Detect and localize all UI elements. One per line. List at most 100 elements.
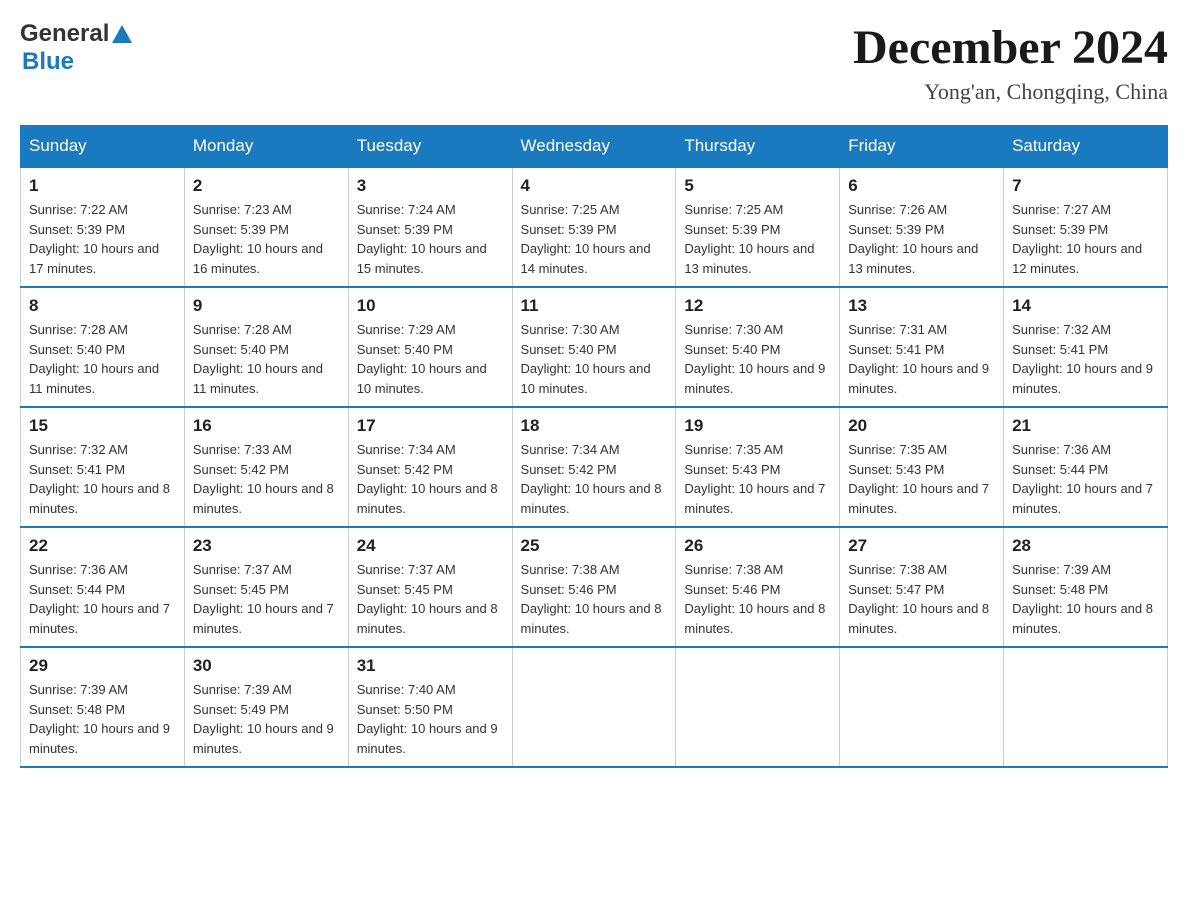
- day-number: 27: [848, 536, 995, 556]
- day-info: Sunrise: 7:36 AMSunset: 5:44 PMDaylight:…: [1012, 440, 1159, 518]
- calendar-cell: 3 Sunrise: 7:24 AMSunset: 5:39 PMDaylight…: [348, 167, 512, 287]
- day-number: 4: [521, 176, 668, 196]
- day-number: 10: [357, 296, 504, 316]
- calendar-header-thursday: Thursday: [676, 126, 840, 168]
- day-number: 24: [357, 536, 504, 556]
- calendar-cell: 9 Sunrise: 7:28 AMSunset: 5:40 PMDaylight…: [184, 287, 348, 407]
- calendar-week-row: 29 Sunrise: 7:39 AMSunset: 5:48 PMDayligh…: [21, 647, 1168, 767]
- day-info: Sunrise: 7:31 AMSunset: 5:41 PMDaylight:…: [848, 320, 995, 398]
- day-info: Sunrise: 7:36 AMSunset: 5:44 PMDaylight:…: [29, 560, 176, 638]
- day-number: 22: [29, 536, 176, 556]
- day-number: 29: [29, 656, 176, 676]
- day-info: Sunrise: 7:34 AMSunset: 5:42 PMDaylight:…: [521, 440, 668, 518]
- day-number: 9: [193, 296, 340, 316]
- day-number: 16: [193, 416, 340, 436]
- calendar-cell: 20 Sunrise: 7:35 AMSunset: 5:43 PMDayligh…: [840, 407, 1004, 527]
- day-info: Sunrise: 7:27 AMSunset: 5:39 PMDaylight:…: [1012, 200, 1159, 278]
- day-number: 14: [1012, 296, 1159, 316]
- calendar-cell: 13 Sunrise: 7:31 AMSunset: 5:41 PMDayligh…: [840, 287, 1004, 407]
- calendar-cell: 2 Sunrise: 7:23 AMSunset: 5:39 PMDaylight…: [184, 167, 348, 287]
- calendar-cell: 11 Sunrise: 7:30 AMSunset: 5:40 PMDayligh…: [512, 287, 676, 407]
- calendar-header-row: SundayMondayTuesdayWednesdayThursdayFrid…: [21, 126, 1168, 168]
- day-info: Sunrise: 7:39 AMSunset: 5:48 PMDaylight:…: [29, 680, 176, 758]
- day-number: 17: [357, 416, 504, 436]
- day-number: 20: [848, 416, 995, 436]
- calendar-cell: 1Sunrise: 7:22 AMSunset: 5:39 PMDaylight…: [21, 167, 185, 287]
- calendar-cell: 14 Sunrise: 7:32 AMSunset: 5:41 PMDayligh…: [1004, 287, 1168, 407]
- calendar-week-row: 15 Sunrise: 7:32 AMSunset: 5:41 PMDayligh…: [21, 407, 1168, 527]
- day-info: Sunrise: 7:30 AMSunset: 5:40 PMDaylight:…: [684, 320, 831, 398]
- calendar-cell: 7 Sunrise: 7:27 AMSunset: 5:39 PMDaylight…: [1004, 167, 1168, 287]
- calendar-cell: 10 Sunrise: 7:29 AMSunset: 5:40 PMDayligh…: [348, 287, 512, 407]
- day-number: 21: [1012, 416, 1159, 436]
- calendar-cell: 19 Sunrise: 7:35 AMSunset: 5:43 PMDayligh…: [676, 407, 840, 527]
- day-number: 1: [29, 176, 176, 196]
- day-info: Sunrise: 7:30 AMSunset: 5:40 PMDaylight:…: [521, 320, 668, 398]
- day-number: 18: [521, 416, 668, 436]
- day-number: 30: [193, 656, 340, 676]
- logo-triangle-icon: [112, 25, 132, 43]
- day-info: Sunrise: 7:32 AMSunset: 5:41 PMDaylight:…: [1012, 320, 1159, 398]
- day-number: 19: [684, 416, 831, 436]
- day-number: 2: [193, 176, 340, 196]
- day-info: Sunrise: 7:37 AMSunset: 5:45 PMDaylight:…: [357, 560, 504, 638]
- day-info: Sunrise: 7:24 AMSunset: 5:39 PMDaylight:…: [357, 200, 504, 278]
- calendar-cell: 6 Sunrise: 7:26 AMSunset: 5:39 PMDaylight…: [840, 167, 1004, 287]
- day-number: 8: [29, 296, 176, 316]
- day-info: Sunrise: 7:38 AMSunset: 5:46 PMDaylight:…: [521, 560, 668, 638]
- calendar-cell: 17Sunrise: 7:34 AMSunset: 5:42 PMDayligh…: [348, 407, 512, 527]
- calendar-cell: 23 Sunrise: 7:37 AMSunset: 5:45 PMDayligh…: [184, 527, 348, 647]
- day-info: Sunrise: 7:23 AMSunset: 5:39 PMDaylight:…: [193, 200, 340, 278]
- calendar-header-sunday: Sunday: [21, 126, 185, 168]
- day-info: Sunrise: 7:26 AMSunset: 5:39 PMDaylight:…: [848, 200, 995, 278]
- day-info: Sunrise: 7:35 AMSunset: 5:43 PMDaylight:…: [684, 440, 831, 518]
- day-number: 13: [848, 296, 995, 316]
- month-title: December 2024: [853, 20, 1168, 75]
- day-info: Sunrise: 7:40 AMSunset: 5:50 PMDaylight:…: [357, 680, 504, 758]
- day-number: 11: [521, 296, 668, 316]
- calendar-cell: 30 Sunrise: 7:39 AMSunset: 5:49 PMDayligh…: [184, 647, 348, 767]
- day-number: 5: [684, 176, 831, 196]
- calendar-cell: 25Sunrise: 7:38 AMSunset: 5:46 PMDayligh…: [512, 527, 676, 647]
- day-info: Sunrise: 7:39 AMSunset: 5:49 PMDaylight:…: [193, 680, 340, 758]
- day-number: 7: [1012, 176, 1159, 196]
- calendar-cell: 16Sunrise: 7:33 AMSunset: 5:42 PMDayligh…: [184, 407, 348, 527]
- calendar-cell: 4Sunrise: 7:25 AMSunset: 5:39 PMDaylight…: [512, 167, 676, 287]
- calendar-cell: 22 Sunrise: 7:36 AMSunset: 5:44 PMDayligh…: [21, 527, 185, 647]
- day-number: 28: [1012, 536, 1159, 556]
- calendar-week-row: 8 Sunrise: 7:28 AMSunset: 5:40 PMDaylight…: [21, 287, 1168, 407]
- calendar-table: SundayMondayTuesdayWednesdayThursdayFrid…: [20, 125, 1168, 768]
- calendar-cell: 24 Sunrise: 7:37 AMSunset: 5:45 PMDayligh…: [348, 527, 512, 647]
- page-header: General Blue December 2024 Yong'an, Chon…: [20, 20, 1168, 105]
- logo: General Blue: [20, 20, 132, 76]
- logo-general-text: General: [20, 20, 109, 48]
- day-info: Sunrise: 7:32 AMSunset: 5:41 PMDaylight:…: [29, 440, 176, 518]
- calendar-week-row: 22 Sunrise: 7:36 AMSunset: 5:44 PMDayligh…: [21, 527, 1168, 647]
- day-number: 26: [684, 536, 831, 556]
- calendar-cell: 15 Sunrise: 7:32 AMSunset: 5:41 PMDayligh…: [21, 407, 185, 527]
- calendar-cell: [676, 647, 840, 767]
- day-number: 6: [848, 176, 995, 196]
- calendar-cell: [840, 647, 1004, 767]
- day-info: Sunrise: 7:35 AMSunset: 5:43 PMDaylight:…: [848, 440, 995, 518]
- calendar-header-friday: Friday: [840, 126, 1004, 168]
- calendar-week-row: 1Sunrise: 7:22 AMSunset: 5:39 PMDaylight…: [21, 167, 1168, 287]
- day-number: 15: [29, 416, 176, 436]
- calendar-header-saturday: Saturday: [1004, 126, 1168, 168]
- calendar-header-wednesday: Wednesday: [512, 126, 676, 168]
- day-number: 23: [193, 536, 340, 556]
- calendar-cell: 29 Sunrise: 7:39 AMSunset: 5:48 PMDayligh…: [21, 647, 185, 767]
- calendar-cell: 28Sunrise: 7:39 AMSunset: 5:48 PMDayligh…: [1004, 527, 1168, 647]
- day-info: Sunrise: 7:37 AMSunset: 5:45 PMDaylight:…: [193, 560, 340, 638]
- calendar-cell: [1004, 647, 1168, 767]
- logo-blue-text: Blue: [22, 48, 74, 75]
- day-info: Sunrise: 7:28 AMSunset: 5:40 PMDaylight:…: [193, 320, 340, 398]
- calendar-header-monday: Monday: [184, 126, 348, 168]
- day-info: Sunrise: 7:25 AMSunset: 5:39 PMDaylight:…: [684, 200, 831, 278]
- calendar-cell: 31Sunrise: 7:40 AMSunset: 5:50 PMDayligh…: [348, 647, 512, 767]
- calendar-cell: 12Sunrise: 7:30 AMSunset: 5:40 PMDayligh…: [676, 287, 840, 407]
- day-info: Sunrise: 7:29 AMSunset: 5:40 PMDaylight:…: [357, 320, 504, 398]
- day-number: 3: [357, 176, 504, 196]
- calendar-cell: 5 Sunrise: 7:25 AMSunset: 5:39 PMDaylight…: [676, 167, 840, 287]
- calendar-cell: [512, 647, 676, 767]
